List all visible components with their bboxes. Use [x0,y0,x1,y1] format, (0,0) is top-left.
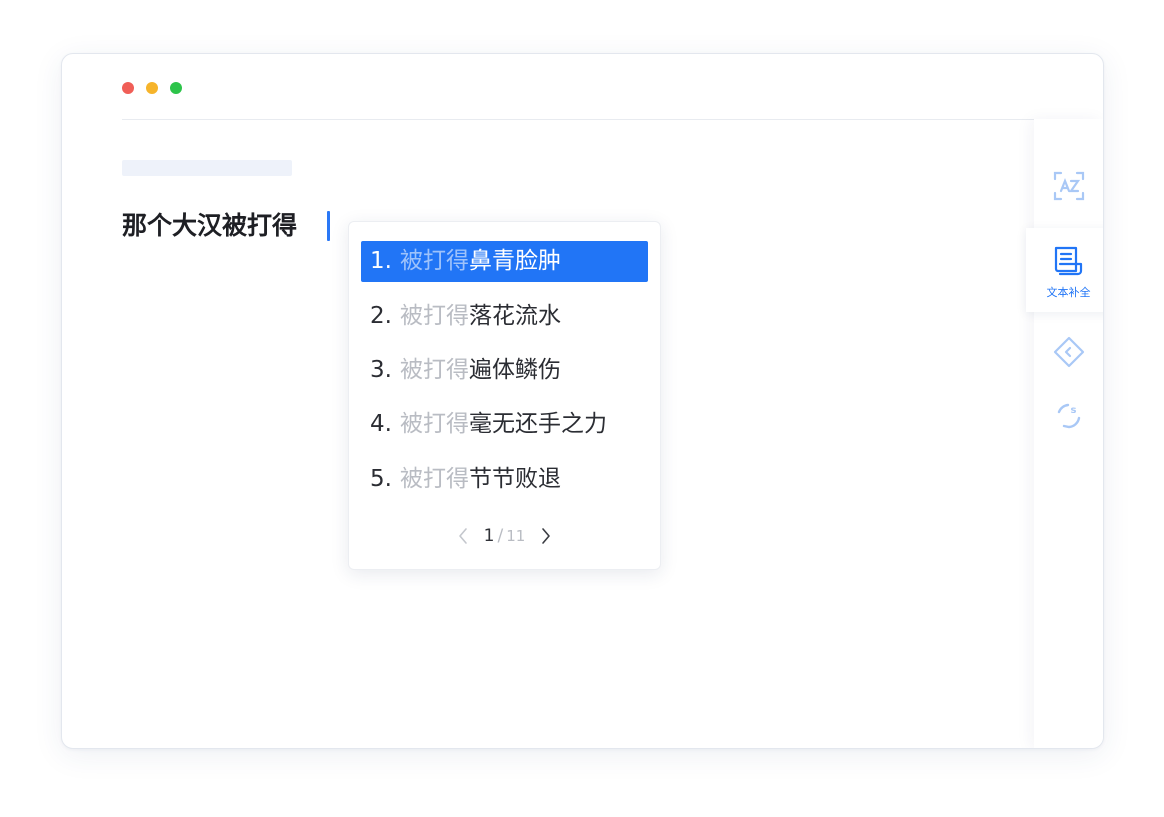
suggestion-item[interactable]: 3. 被打得遍体鳞伤 [361,350,648,391]
text-recognition-icon[interactable] [1052,169,1086,203]
pager-total: 11 [506,527,526,545]
document-icon [1051,245,1085,279]
suggestion-prefix: 被打得 [399,466,469,492]
diamond-code-icon[interactable] [1052,335,1086,369]
suggestion-popup: 1. 被打得鼻青脸肿 2. 被打得落花流水 3. 被打得遍体鳞伤 4. 被打得毫无还手之… [348,221,661,570]
suggestion-completion: 落花流水 [468,303,561,329]
suggestion-prefix: 被打得 [399,411,469,437]
suggestion-number: 1. [370,248,392,274]
title-placeholder-bar [122,160,292,176]
refresh-s-icon[interactable]: s [1052,399,1086,433]
suggestion-number: 5. [370,466,392,492]
right-sidebar: s [1034,119,1103,748]
header-divider [122,119,1103,120]
pager-current: 1 [483,526,495,546]
editor-text[interactable]: 那个大汉被打得 [122,209,297,243]
suggestion-completion: 毫无还手之力 [468,411,607,437]
svg-text:s: s [1071,405,1077,416]
window-controls [122,82,182,94]
suggestion-completion: 遍体鳞伤 [468,357,561,383]
close-dot[interactable] [122,82,134,94]
suggestion-prefix: 被打得 [399,303,469,329]
chevron-left-icon[interactable] [452,522,474,550]
suggestion-item[interactable]: 1. 被打得鼻青脸肿 [361,241,648,282]
pager-separator: / [497,526,504,546]
maximize-dot[interactable] [170,82,182,94]
suggestion-prefix: 被打得 [399,248,469,274]
suggestion-prefix: 被打得 [399,357,469,383]
suggestion-number: 4. [370,411,392,437]
suggestion-item[interactable]: 2. 被打得落花流水 [361,296,648,337]
suggestion-number: 2. [370,303,392,329]
suggestion-item[interactable]: 4. 被打得毫无还手之力 [361,404,648,445]
suggestion-completion: 鼻青脸肿 [468,248,561,274]
suggestion-number: 3. [370,357,392,383]
suggestion-item[interactable]: 5. 被打得节节败退 [361,459,648,500]
sidebar-item-label: 文本补全 [1046,286,1091,299]
app-window: 那个大汉被打得 1. 被打得鼻青脸肿 2. 被打得落花流水 3. 被打得遍体鳞伤 4.… [61,53,1104,749]
suggestion-pager: 1/11 [349,522,660,550]
minimize-dot[interactable] [146,82,158,94]
text-caret [327,211,330,241]
chevron-right-icon[interactable] [535,522,557,550]
sidebar-item-text-completion[interactable]: 文本补全 [1026,228,1103,312]
suggestion-completion: 节节败退 [468,466,561,492]
